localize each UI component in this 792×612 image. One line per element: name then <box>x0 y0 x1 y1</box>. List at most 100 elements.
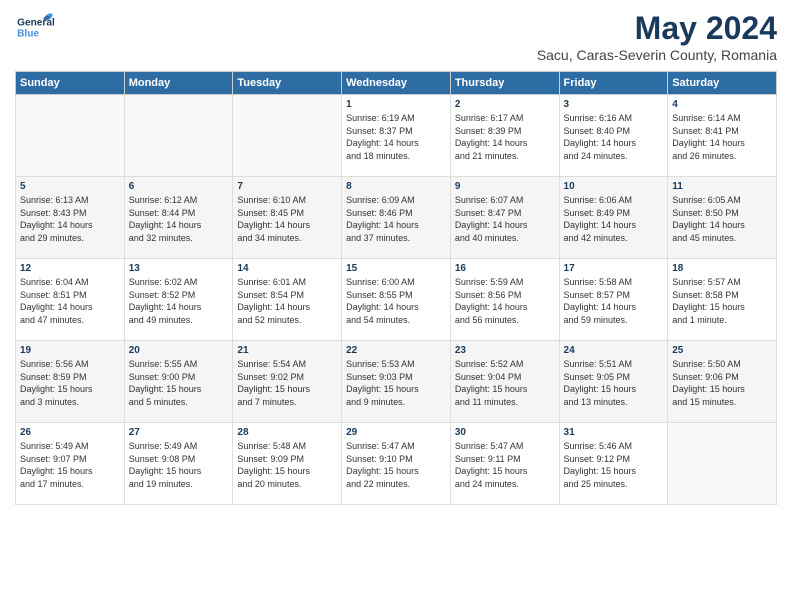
weekday-header: Wednesday <box>342 72 451 95</box>
calendar-cell: 24Sunrise: 5:51 AM Sunset: 9:05 PM Dayli… <box>559 341 668 423</box>
day-info: Sunrise: 5:48 AM Sunset: 9:09 PM Dayligh… <box>237 440 337 490</box>
calendar-cell: 26Sunrise: 5:49 AM Sunset: 9:07 PM Dayli… <box>16 423 125 505</box>
day-info: Sunrise: 5:47 AM Sunset: 9:11 PM Dayligh… <box>455 440 555 490</box>
calendar-cell: 18 Sunrise: 5:57 AM Sunset: 8:58 PM Dayli… <box>668 259 777 341</box>
day-number: 24 <box>564 345 664 356</box>
day-number: 13 <box>129 263 229 274</box>
calendar-cell <box>233 95 342 177</box>
calendar-cell: 15 Sunrise: 6:00 AM Sunset: 8:55 PM Dayli… <box>342 259 451 341</box>
day-number: 31 <box>564 427 664 438</box>
logo-icon: General Blue <box>15 10 55 45</box>
day-number: 12 <box>20 263 120 274</box>
day-info: Sunrise: 5:52 AM Sunset: 9:04 PM Dayligh… <box>455 358 555 408</box>
calendar-cell: 28 Sunrise: 5:48 AM Sunset: 9:09 PM Dayli… <box>233 423 342 505</box>
weekday-header: Monday <box>124 72 233 95</box>
weekday-header: Thursday <box>450 72 559 95</box>
weekday-header: Friday <box>559 72 668 95</box>
day-info: Sunrise: 5:55 AM Sunset: 9:00 PM Dayligh… <box>129 358 229 408</box>
day-info: Sunrise: 6:19 AM Sunset: 8:37 PM Dayligh… <box>346 112 446 162</box>
calendar-cell: 8 Sunrise: 6:09 AM Sunset: 8:46 PM Daylig… <box>342 177 451 259</box>
calendar-cell: 16 Sunrise: 5:59 AM Sunset: 8:56 PM Dayli… <box>450 259 559 341</box>
day-info: Sunrise: 5:53 AM Sunset: 9:03 PM Dayligh… <box>346 358 446 408</box>
calendar-cell: 17 Sunrise: 5:58 AM Sunset: 8:57 PM Dayli… <box>559 259 668 341</box>
day-number: 17 <box>564 263 664 274</box>
calendar-cell: 31 Sunrise: 5:46 AM Sunset: 9:12 PM Dayli… <box>559 423 668 505</box>
calendar-cell: 3Sunrise: 6:16 AM Sunset: 8:40 PM Daylig… <box>559 95 668 177</box>
calendar-week-row: 12 Sunrise: 6:04 AM Sunset: 8:51 PM Dayli… <box>16 259 777 341</box>
calendar-week-row: 26Sunrise: 5:49 AM Sunset: 9:07 PM Dayli… <box>16 423 777 505</box>
calendar-cell: 19Sunrise: 5:56 AM Sunset: 8:59 PM Dayli… <box>16 341 125 423</box>
day-number: 19 <box>20 345 120 356</box>
day-info: Sunrise: 6:09 AM Sunset: 8:46 PM Dayligh… <box>346 194 446 244</box>
day-number: 3 <box>564 99 664 110</box>
day-number: 6 <box>129 181 229 192</box>
calendar-cell: 29Sunrise: 5:47 AM Sunset: 9:10 PM Dayli… <box>342 423 451 505</box>
day-number: 22 <box>346 345 446 356</box>
calendar-cell: 6 Sunrise: 6:12 AM Sunset: 8:44 PM Daylig… <box>124 177 233 259</box>
calendar-cell <box>668 423 777 505</box>
calendar-cell: 21Sunrise: 5:54 AM Sunset: 9:02 PM Dayli… <box>233 341 342 423</box>
calendar-cell: 12 Sunrise: 6:04 AM Sunset: 8:51 PM Dayli… <box>16 259 125 341</box>
calendar-cell: 11 Sunrise: 6:05 AM Sunset: 8:50 PM Dayli… <box>668 177 777 259</box>
day-number: 16 <box>455 263 555 274</box>
calendar-cell: 14Sunrise: 6:01 AM Sunset: 8:54 PM Dayli… <box>233 259 342 341</box>
day-info: Sunrise: 6:05 AM Sunset: 8:50 PM Dayligh… <box>672 194 772 244</box>
calendar-cell: 22 Sunrise: 5:53 AM Sunset: 9:03 PM Dayli… <box>342 341 451 423</box>
day-info: Sunrise: 5:57 AM Sunset: 8:58 PM Dayligh… <box>672 276 772 326</box>
page-header: General Blue May 2024 Sacu, Caras-Severi… <box>15 10 777 63</box>
calendar-cell: 7Sunrise: 6:10 AM Sunset: 8:45 PM Daylig… <box>233 177 342 259</box>
weekday-header: Tuesday <box>233 72 342 95</box>
day-number: 25 <box>672 345 772 356</box>
calendar-cell <box>124 95 233 177</box>
day-info: Sunrise: 6:14 AM Sunset: 8:41 PM Dayligh… <box>672 112 772 162</box>
calendar-cell <box>16 95 125 177</box>
day-number: 8 <box>346 181 446 192</box>
day-info: Sunrise: 5:49 AM Sunset: 9:08 PM Dayligh… <box>129 440 229 490</box>
calendar-cell: 20 Sunrise: 5:55 AM Sunset: 9:00 PM Dayli… <box>124 341 233 423</box>
calendar-cell: 13 Sunrise: 6:02 AM Sunset: 8:52 PM Dayli… <box>124 259 233 341</box>
day-number: 4 <box>672 99 772 110</box>
day-number: 20 <box>129 345 229 356</box>
svg-text:Blue: Blue <box>17 28 39 39</box>
day-info: Sunrise: 6:04 AM Sunset: 8:51 PM Dayligh… <box>20 276 120 326</box>
day-number: 1 <box>346 99 446 110</box>
day-info: Sunrise: 5:58 AM Sunset: 8:57 PM Dayligh… <box>564 276 664 326</box>
calendar-subtitle: Sacu, Caras-Severin County, Romania <box>537 47 777 63</box>
day-number: 14 <box>237 263 337 274</box>
day-info: Sunrise: 5:59 AM Sunset: 8:56 PM Dayligh… <box>455 276 555 326</box>
day-number: 9 <box>455 181 555 192</box>
day-info: Sunrise: 6:17 AM Sunset: 8:39 PM Dayligh… <box>455 112 555 162</box>
calendar-cell: 2 Sunrise: 6:17 AM Sunset: 8:39 PM Daylig… <box>450 95 559 177</box>
calendar-cell: 10 Sunrise: 6:06 AM Sunset: 8:49 PM Dayli… <box>559 177 668 259</box>
day-number: 23 <box>455 345 555 356</box>
day-info: Sunrise: 5:47 AM Sunset: 9:10 PM Dayligh… <box>346 440 446 490</box>
day-info: Sunrise: 6:00 AM Sunset: 8:55 PM Dayligh… <box>346 276 446 326</box>
logo: General Blue <box>15 10 55 45</box>
day-number: 30 <box>455 427 555 438</box>
day-number: 11 <box>672 181 772 192</box>
calendar-week-row: 1 Sunrise: 6:19 AM Sunset: 8:37 PM Daylig… <box>16 95 777 177</box>
weekday-header: Saturday <box>668 72 777 95</box>
day-info: Sunrise: 6:13 AM Sunset: 8:43 PM Dayligh… <box>20 194 120 244</box>
day-info: Sunrise: 6:12 AM Sunset: 8:44 PM Dayligh… <box>129 194 229 244</box>
day-number: 5 <box>20 181 120 192</box>
day-info: Sunrise: 6:02 AM Sunset: 8:52 PM Dayligh… <box>129 276 229 326</box>
calendar-week-row: 19Sunrise: 5:56 AM Sunset: 8:59 PM Dayli… <box>16 341 777 423</box>
day-info: Sunrise: 6:10 AM Sunset: 8:45 PM Dayligh… <box>237 194 337 244</box>
day-number: 18 <box>672 263 772 274</box>
day-number: 27 <box>129 427 229 438</box>
day-info: Sunrise: 5:49 AM Sunset: 9:07 PM Dayligh… <box>20 440 120 490</box>
day-info: Sunrise: 5:46 AM Sunset: 9:12 PM Dayligh… <box>564 440 664 490</box>
day-info: Sunrise: 5:54 AM Sunset: 9:02 PM Dayligh… <box>237 358 337 408</box>
day-number: 28 <box>237 427 337 438</box>
day-number: 10 <box>564 181 664 192</box>
day-info: Sunrise: 6:06 AM Sunset: 8:49 PM Dayligh… <box>564 194 664 244</box>
calendar-table: SundayMondayTuesdayWednesdayThursdayFrid… <box>15 71 777 505</box>
calendar-cell: 9Sunrise: 6:07 AM Sunset: 8:47 PM Daylig… <box>450 177 559 259</box>
calendar-title: May 2024 <box>537 10 777 47</box>
day-number: 15 <box>346 263 446 274</box>
day-number: 2 <box>455 99 555 110</box>
calendar-cell: 1 Sunrise: 6:19 AM Sunset: 8:37 PM Daylig… <box>342 95 451 177</box>
calendar-cell: 5 Sunrise: 6:13 AM Sunset: 8:43 PM Daylig… <box>16 177 125 259</box>
title-block: May 2024 Sacu, Caras-Severin County, Rom… <box>537 10 777 63</box>
